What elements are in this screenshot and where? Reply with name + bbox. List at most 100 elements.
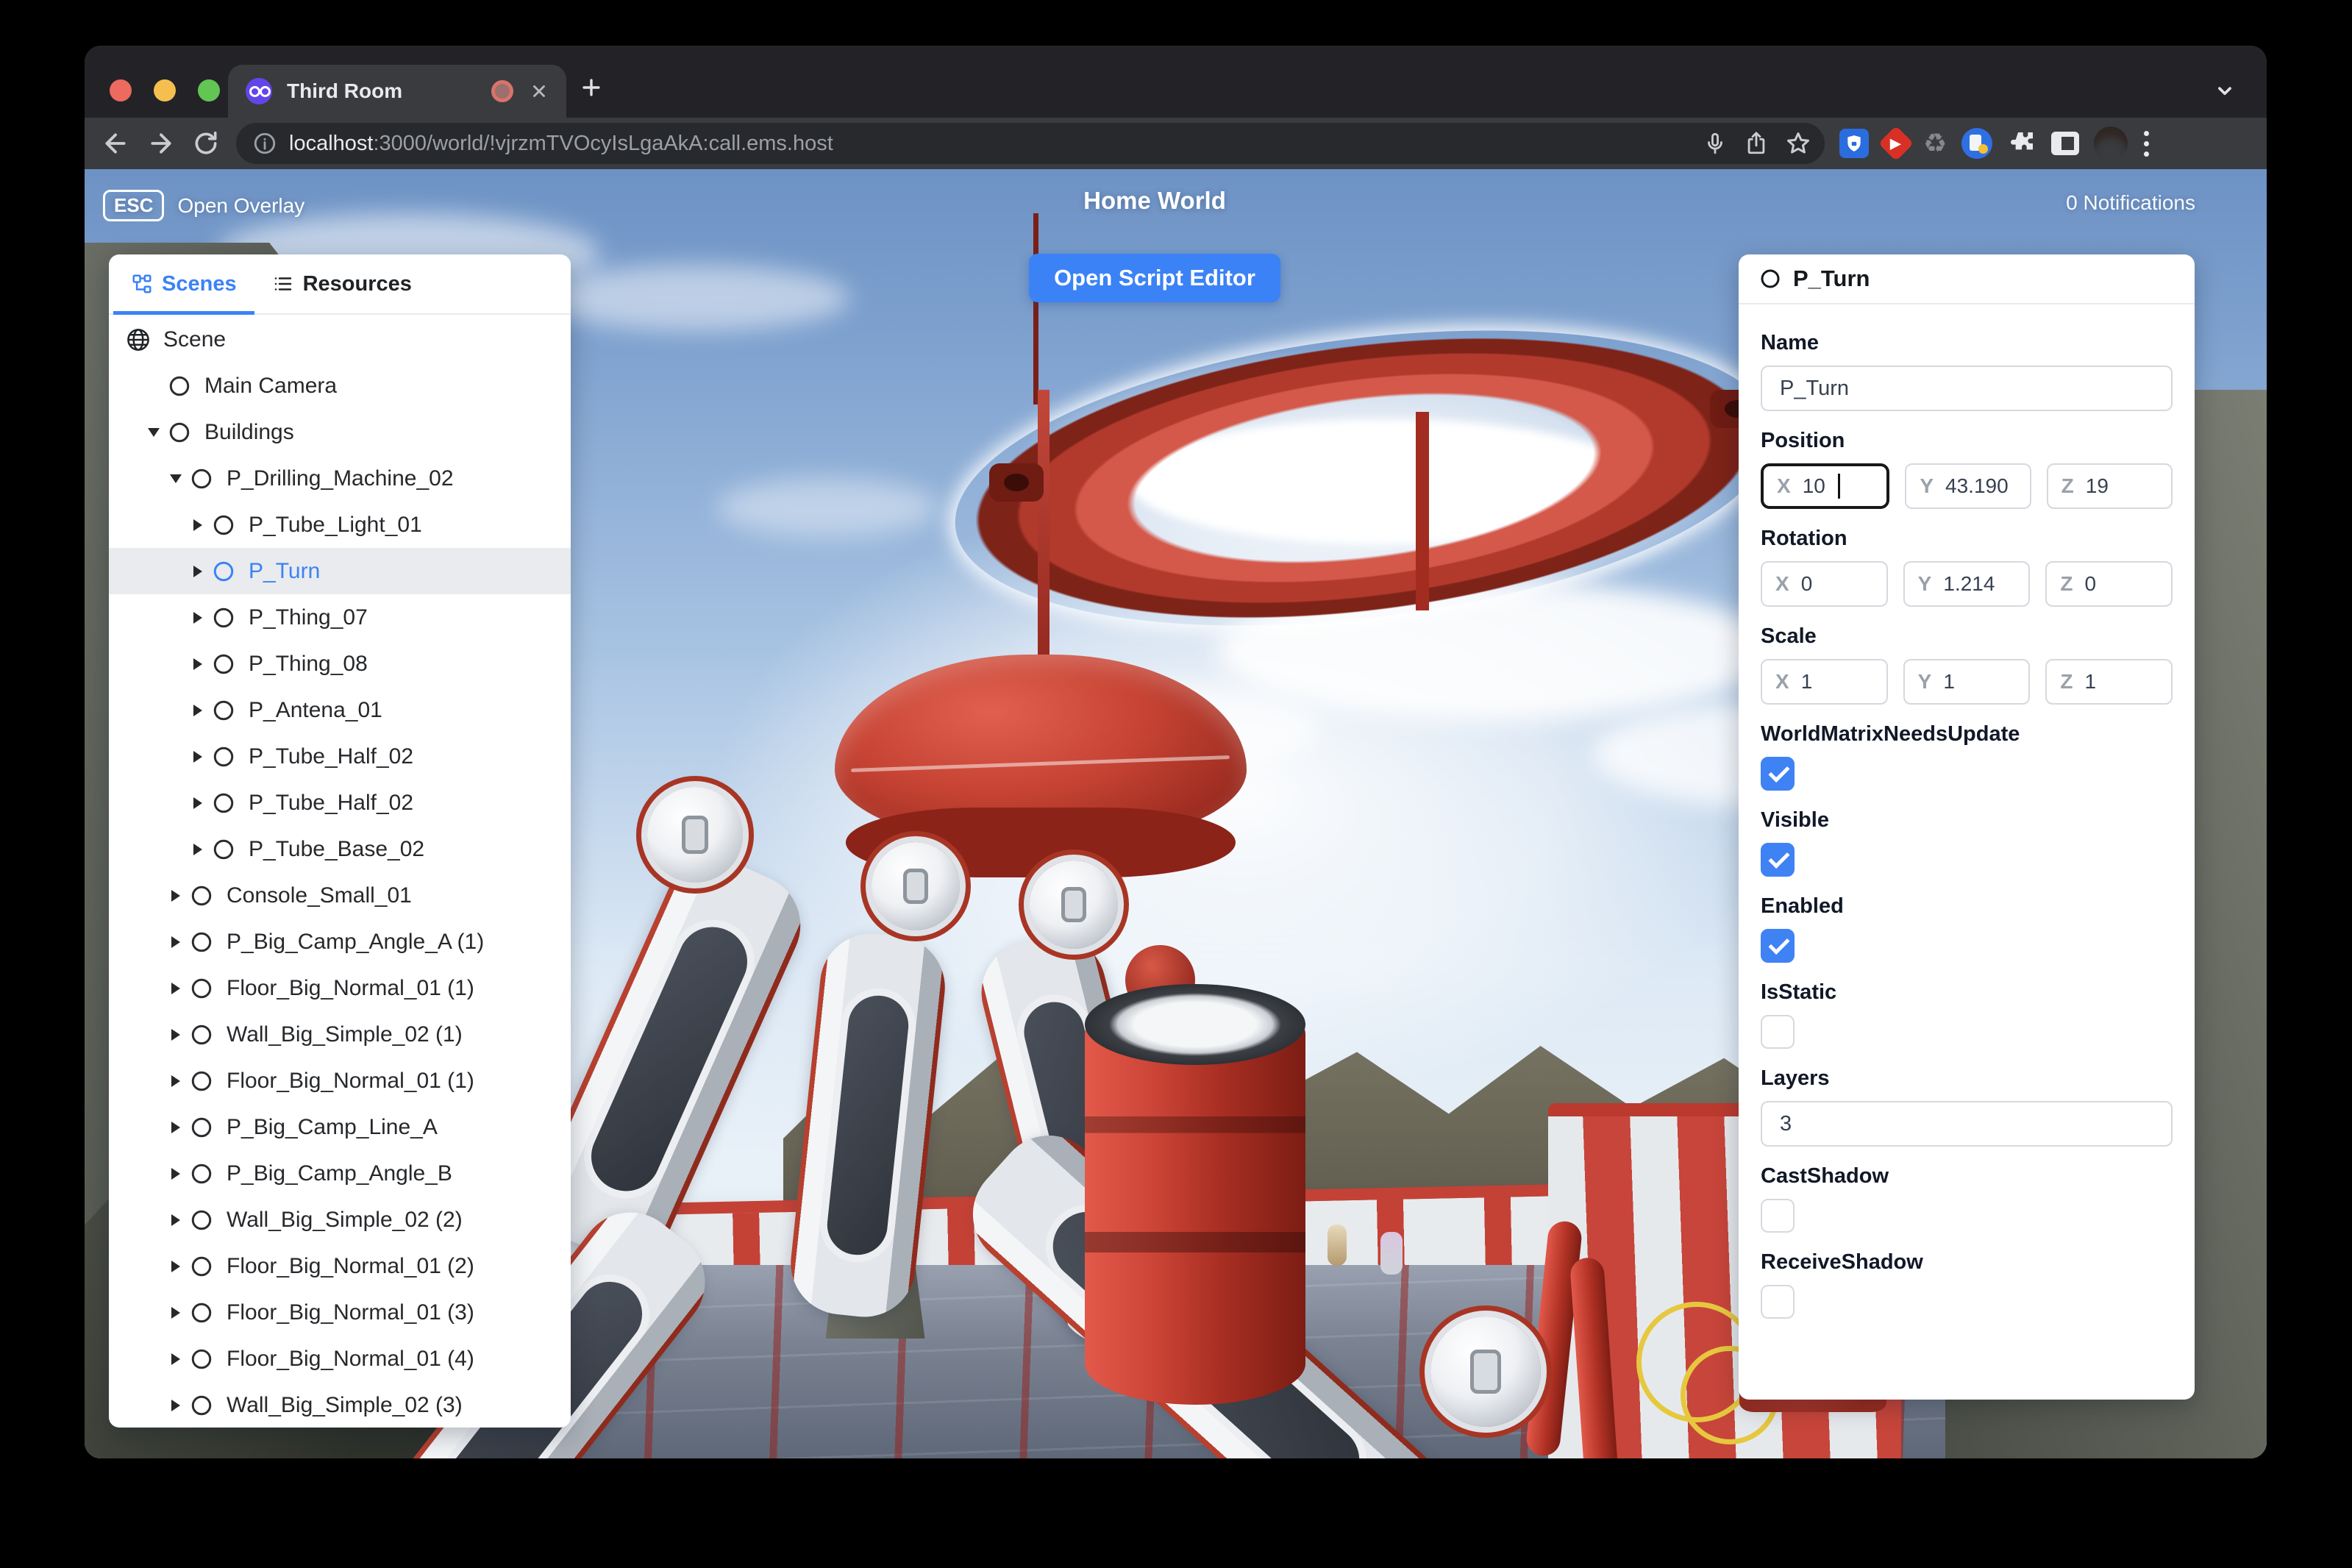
url-bar[interactable]: localhost:3000/world/!vjrzmTVOcyIsLgaAkA… <box>236 123 1825 164</box>
tree-item-p-big-camp-line-a[interactable]: P_Big_Camp_Line_A <box>109 1104 571 1150</box>
tree-item-label: Scene <box>163 327 227 352</box>
expand-arrow-icon[interactable] <box>185 566 210 577</box>
reload-icon[interactable] <box>192 129 220 157</box>
receiveshadow-checkbox[interactable] <box>1761 1285 1795 1319</box>
name-input[interactable] <box>1761 366 2173 411</box>
zoom-window-button[interactable] <box>198 79 220 101</box>
tree-item-p-antena-01[interactable]: P_Antena_01 <box>109 687 571 733</box>
tab-resources[interactable]: Resources <box>254 254 430 313</box>
tree-item-p-thing-07[interactable]: P_Thing_07 <box>109 594 571 641</box>
tree-item-wall-big-simple-02-1[interactable]: Wall_Big_Simple_02 (1) <box>109 1011 571 1058</box>
open-script-editor-button[interactable]: Open Script Editor <box>1029 254 1280 302</box>
position-x-input[interactable]: X 10 <box>1761 463 1890 509</box>
expand-arrow-icon[interactable] <box>163 1261 188 1272</box>
new-tab-button[interactable] <box>579 75 604 100</box>
forward-icon[interactable] <box>146 129 176 158</box>
tree-item-p-big-camp-angle-a-1[interactable]: P_Big_Camp_Angle_A (1) <box>109 919 571 965</box>
expand-arrow-icon[interactable] <box>163 983 188 994</box>
tree-item-main-camera[interactable]: Main Camera <box>109 363 571 409</box>
expand-arrow-icon[interactable] <box>163 1075 188 1087</box>
tree-item-label: P_Drilling_Machine_02 <box>227 466 454 491</box>
scale-z-input[interactable]: Z 1 <box>2045 659 2173 705</box>
castshadow-checkbox[interactable] <box>1761 1199 1795 1233</box>
tree-item-p-drilling-machine-02[interactable]: P_Drilling_Machine_02 <box>109 455 571 502</box>
rotation-y-input[interactable]: Y 1.214 <box>1903 561 2031 607</box>
extensions-puzzle-icon[interactable] <box>2007 129 2036 158</box>
expand-arrow-icon[interactable] <box>163 1214 188 1226</box>
expand-arrow-icon[interactable] <box>185 844 210 855</box>
expand-arrow-icon[interactable] <box>163 890 188 902</box>
esc-key-badge: ESC <box>103 190 165 221</box>
bookmark-star-icon[interactable] <box>1785 130 1811 157</box>
expand-arrow-icon[interactable] <box>163 1353 188 1365</box>
minimize-window-button[interactable] <box>154 79 176 101</box>
isstatic-checkbox[interactable] <box>1761 1015 1795 1049</box>
tree-item-p-turn[interactable]: P_Turn <box>109 548 571 594</box>
share-icon[interactable] <box>1744 131 1769 156</box>
tree-item-console-small-01[interactable]: Console_Small_01 <box>109 872 571 919</box>
tree-item-floor-big-normal-01-1[interactable]: Floor_Big_Normal_01 (1) <box>109 1058 571 1104</box>
tree-item-floor-big-normal-01-3[interactable]: Floor_Big_Normal_01 (3) <box>109 1289 571 1336</box>
site-info-icon[interactable] <box>252 131 277 156</box>
collapse-arrow-icon[interactable] <box>141 428 166 437</box>
isstatic-label: IsStatic <box>1761 980 1837 1004</box>
expand-arrow-icon[interactable] <box>185 797 210 809</box>
expand-arrow-icon[interactable] <box>185 519 210 531</box>
tree-item-scene[interactable]: Scene <box>109 316 571 363</box>
microphone-icon[interactable] <box>1703 131 1728 156</box>
back-icon[interactable] <box>101 129 130 158</box>
position-y-input[interactable]: Y 43.190 <box>1905 463 2031 509</box>
tree-item-p-tube-light-01[interactable]: P_Tube_Light_01 <box>109 502 571 548</box>
notifications-label[interactable]: 0 Notifications <box>2066 191 2195 215</box>
entity-circle-icon <box>188 1346 215 1372</box>
night-mode-extension-icon[interactable] <box>1961 128 1993 159</box>
chrome-menu-icon[interactable] <box>2144 130 2150 157</box>
expand-arrow-icon[interactable] <box>185 705 210 716</box>
expand-arrow-icon[interactable] <box>163 936 188 948</box>
tree-item-p-tube-half-02[interactable]: P_Tube_Half_02 <box>109 780 571 826</box>
expand-arrow-icon[interactable] <box>163 1029 188 1041</box>
close-tab-icon[interactable] <box>530 82 549 101</box>
expand-arrow-icon[interactable] <box>163 1168 188 1180</box>
tree-item-wall-big-simple-02-2[interactable]: Wall_Big_Simple_02 (2) <box>109 1197 571 1243</box>
close-window-button[interactable] <box>110 79 132 101</box>
tree-item-floor-big-normal-01-2[interactable]: Floor_Big_Normal_01 (2) <box>109 1243 571 1289</box>
rotation-x-input[interactable]: X 0 <box>1761 561 1888 607</box>
expand-arrow-icon[interactable] <box>185 751 210 763</box>
tree-item-buildings[interactable]: Buildings <box>109 409 571 455</box>
tab-scenes[interactable]: Scenes <box>113 254 254 315</box>
tree-item-floor-big-normal-01-4[interactable]: Floor_Big_Normal_01 (4) <box>109 1336 571 1382</box>
tree-item-floor-big-normal-01-1[interactable]: Floor_Big_Normal_01 (1) <box>109 965 571 1011</box>
browser-tab[interactable]: Third Room <box>228 65 566 118</box>
scale-y-input[interactable]: Y 1 <box>1903 659 2031 705</box>
rotation-z-input[interactable]: Z 0 <box>2045 561 2173 607</box>
open-overlay-hint[interactable]: ESC Open Overlay <box>103 190 304 221</box>
list-icon <box>272 273 294 295</box>
worldmatrix-checkbox[interactable] <box>1761 757 1795 791</box>
tree-item-p-tube-half-02[interactable]: P_Tube_Half_02 <box>109 733 571 780</box>
expand-arrow-icon[interactable] <box>185 612 210 624</box>
tree-item-wall-big-simple-02-3[interactable]: Wall_Big_Simple_02 (3) <box>109 1382 571 1428</box>
tab-search-chevron-icon[interactable] <box>2212 78 2237 103</box>
expand-arrow-icon[interactable] <box>163 1400 188 1411</box>
expand-arrow-icon[interactable] <box>185 658 210 670</box>
position-z-value: 19 <box>2085 474 2109 497</box>
enabled-checkbox[interactable] <box>1761 929 1795 963</box>
visible-checkbox[interactable] <box>1761 843 1795 877</box>
expand-arrow-icon[interactable] <box>163 1122 188 1133</box>
collapse-arrow-icon[interactable] <box>163 474 188 483</box>
red-diamond-extension-icon[interactable]: ▶ <box>1878 125 1914 162</box>
layers-input[interactable] <box>1761 1101 2173 1147</box>
side-panel-icon[interactable] <box>2051 132 2080 155</box>
expand-arrow-icon[interactable] <box>163 1307 188 1319</box>
recycle-extension-icon[interactable]: ♻ <box>1923 130 1947 157</box>
bitwarden-extension-icon[interactable] <box>1839 129 1869 158</box>
position-z-input[interactable]: Z 19 <box>2046 463 2173 509</box>
scale-x-input[interactable]: X 1 <box>1761 659 1888 705</box>
tree-item-p-big-camp-angle-b[interactable]: P_Big_Camp_Angle_B <box>109 1150 571 1197</box>
profile-avatar[interactable] <box>2094 126 2128 160</box>
tree-item-p-thing-08[interactable]: P_Thing_08 <box>109 641 571 687</box>
tree-item-p-tube-base-02[interactable]: P_Tube_Base_02 <box>109 826 571 872</box>
position-label: Position <box>1761 429 1845 452</box>
entity-circle-icon <box>210 836 237 863</box>
